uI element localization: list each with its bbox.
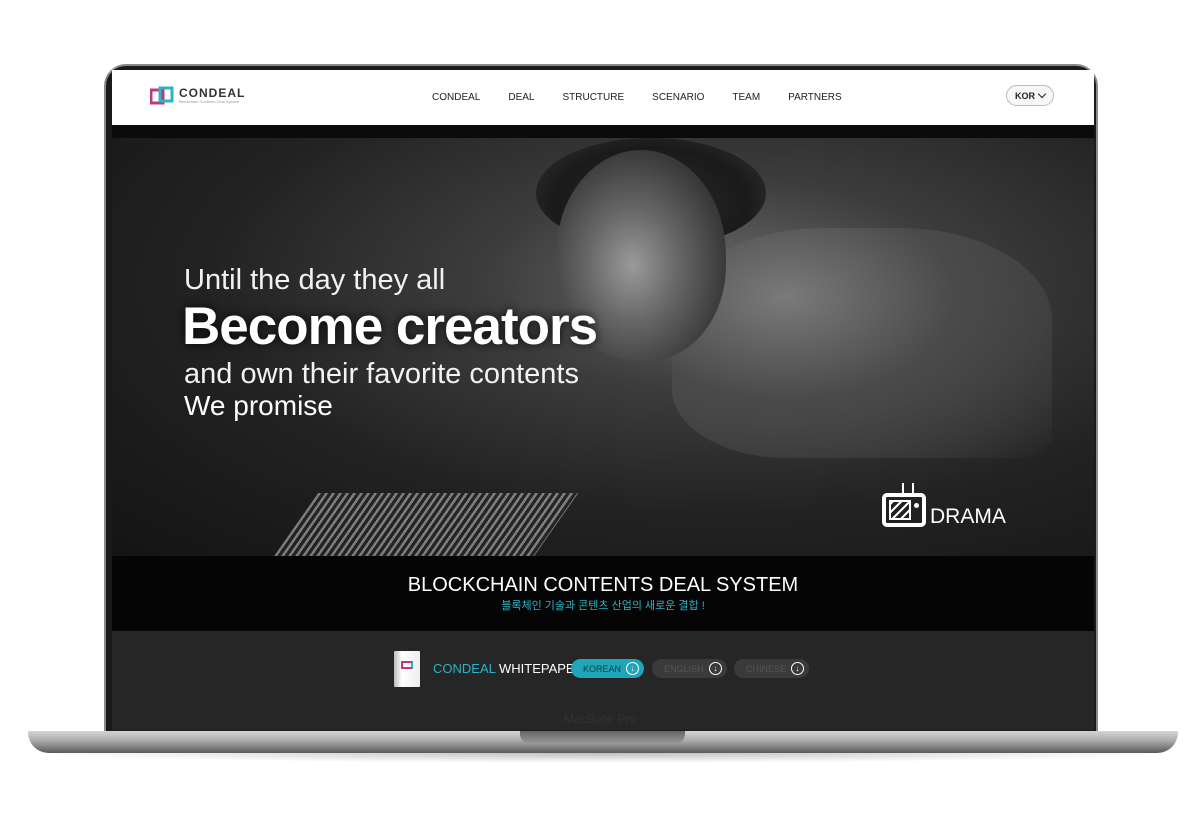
chevron-down-icon <box>1037 89 1047 98</box>
download-chinese-label: CHINESE <box>746 663 787 674</box>
hero-line-3: and own their favorite contents <box>184 358 579 390</box>
hero-top-bar <box>112 125 1094 138</box>
language-select[interactable]: KOR <box>1006 85 1054 106</box>
nav-deal[interactable]: DEAL <box>508 92 534 103</box>
nav-condeal[interactable]: CONDEAL <box>432 92 480 103</box>
hero-laptop-keyboard <box>265 493 579 556</box>
download-icon: ↓ <box>791 662 804 675</box>
hero-video: Until the day they all Become creators a… <box>112 138 1094 556</box>
nav-partners[interactable]: PARTNERS <box>788 92 842 103</box>
download-english-label: ENGLISH <box>664 663 704 674</box>
laptop-notch <box>520 731 685 744</box>
category-badge: DRAMA <box>882 483 1006 528</box>
download-korean-label: KOREAN <box>583 663 622 674</box>
band-title: BLOCKCHAIN CONTENTS DEAL SYSTEM <box>407 574 799 596</box>
language-value: KOR <box>1015 90 1035 101</box>
nav-team[interactable]: TEAM <box>732 92 760 103</box>
device-label: MacBook Pro <box>563 712 637 726</box>
tv-icon <box>882 483 926 527</box>
nav-scenario[interactable]: SCENARIO <box>652 92 704 103</box>
hero-line-4: We promise <box>184 390 333 421</box>
logo-name: CONDEAL <box>179 86 246 100</box>
hero-headline: Become creators <box>182 297 598 356</box>
whitepaper-title: CONDEAL WHITEPAPER <box>433 661 584 676</box>
hero-figure-body <box>672 228 1052 458</box>
download-korean-button[interactable]: KOREAN ↓ <box>571 659 644 678</box>
band-subtitle: 블록체인 기술과 콘텐츠 산업의 새로운 결합 ! <box>501 600 705 612</box>
hero-line-1: Until the day they all <box>184 264 446 296</box>
mockup-stage: CONDEAL Blockchain Contents Deal System … <box>0 0 1200 815</box>
system-band: BLOCKCHAIN CONTENTS DEAL SYSTEM 블록체인 기술과… <box>112 556 1094 631</box>
download-chinese-button[interactable]: CHINESE ↓ <box>734 659 809 678</box>
site-logo[interactable]: CONDEAL Blockchain Contents Deal System <box>149 86 246 106</box>
main-nav: CONDEAL DEAL STRUCTURE SCENARIO TEAM PAR… <box>432 92 870 103</box>
laptop-shadow <box>28 753 1178 763</box>
download-english-button[interactable]: ENGLISH ↓ <box>652 659 727 678</box>
whitepaper-brand: CONDEAL <box>433 661 496 676</box>
whitepaper-book-icon <box>394 651 420 687</box>
logo-tagline: Blockchain Contents Deal System <box>179 99 240 104</box>
nav-structure[interactable]: STRUCTURE <box>562 92 624 103</box>
website-screen: CONDEAL Blockchain Contents Deal System … <box>112 70 1094 730</box>
download-icon: ↓ <box>709 662 722 675</box>
download-icon: ↓ <box>626 662 639 675</box>
logo-mark-icon <box>149 86 174 106</box>
category-label: DRAMA <box>930 505 1006 528</box>
site-header: CONDEAL Blockchain Contents Deal System … <box>112 70 1094 125</box>
